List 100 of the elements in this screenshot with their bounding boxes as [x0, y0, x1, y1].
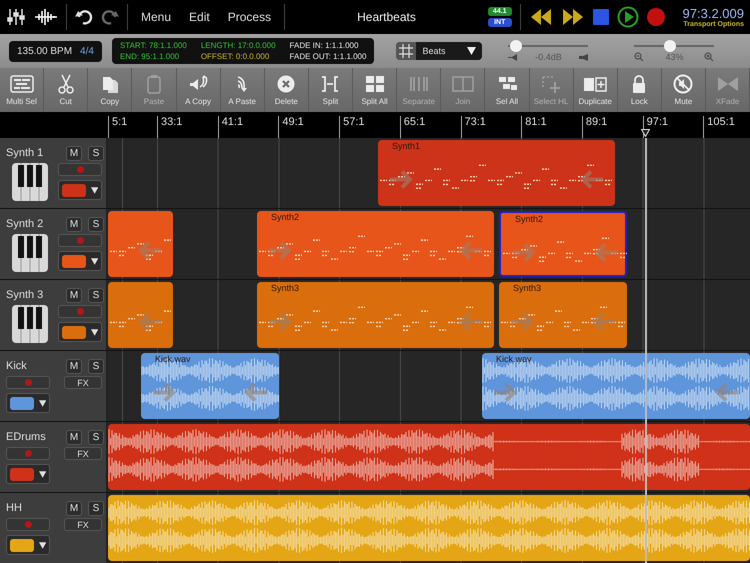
effects-button[interactable]: FX: [64, 518, 102, 531]
volume-slider[interactable]: [508, 40, 588, 52]
midi-clip[interactable]: Synth3: [257, 282, 494, 348]
record-dot-icon: [76, 166, 84, 173]
menu-item[interactable]: Process: [222, 8, 276, 26]
track-solo-toggle[interactable]: S: [88, 216, 104, 232]
record-dot-icon: [24, 379, 32, 386]
join-icon: [450, 74, 476, 94]
track-solo-toggle[interactable]: S: [88, 288, 104, 302]
right-arrow-icon[interactable]: [492, 382, 517, 402]
track-solo-toggle[interactable]: S: [88, 430, 104, 444]
selection-field: FADE OUT: 1:1.1.000: [290, 51, 366, 62]
menu-item[interactable]: Edit: [184, 8, 215, 26]
left-arrow-icon[interactable]: [138, 240, 163, 260]
clip-name: Synth3: [271, 283, 300, 293]
left-arrow-icon[interactable]: [715, 382, 740, 402]
left-arrow-icon[interactable]: [138, 312, 163, 332]
effects-button[interactable]: FX: [64, 376, 102, 389]
track-solo-toggle[interactable]: S: [88, 500, 104, 516]
track-name: Kick: [6, 360, 28, 372]
dropdown-caret-icon: [38, 400, 46, 406]
midi-clip[interactable]: [108, 282, 173, 348]
time-signature[interactable]: 4/4: [80, 46, 94, 56]
dropdown-caret-icon: [467, 47, 476, 55]
clip-name: Synth2: [271, 212, 300, 222]
mixer-icon[interactable]: [6, 7, 26, 27]
midi-clip[interactable]: Synth3: [499, 282, 627, 348]
right-arrow-icon[interactable]: [267, 240, 292, 260]
left-arrow-icon[interactable]: [592, 312, 617, 332]
clip-name: Synth3: [513, 283, 542, 293]
audio-clip[interactable]: [108, 424, 750, 490]
stop-icon[interactable]: [592, 9, 609, 25]
audio-clip[interactable]: Kick.wav: [141, 353, 279, 419]
right-arrow-icon[interactable]: [151, 382, 176, 402]
clip-name: Kick.wav: [155, 354, 191, 364]
track-name: Synth 3: [6, 289, 44, 301]
dropdown-caret-icon: [38, 470, 46, 478]
track-mute-toggle[interactable]: M: [66, 358, 82, 374]
toolbar-button[interactable]: Cut: [44, 68, 88, 112]
rewind-icon[interactable]: [528, 8, 553, 26]
right-arrow-icon[interactable]: [388, 170, 413, 190]
left-arrow-icon[interactable]: [594, 242, 619, 262]
piano-keys-icon[interactable]: [12, 234, 48, 272]
right-arrow-icon[interactable]: [267, 312, 292, 332]
zoom-reading: 43%: [665, 52, 684, 62]
volume-down-icon[interactable]: [508, 54, 518, 60]
midi-clip[interactable]: Synth1: [378, 140, 615, 206]
midi-clip[interactable]: [108, 211, 173, 277]
track-name: HH: [6, 502, 23, 514]
color-dropdown[interactable]: [58, 251, 102, 271]
track-mute-toggle[interactable]: M: [66, 430, 82, 444]
track-mute-toggle[interactable]: M: [66, 500, 82, 516]
left-arrow-icon[interactable]: [459, 312, 484, 332]
audio-clip[interactable]: Kick.wav: [482, 353, 750, 419]
midi-clip[interactable]: Synth2: [499, 211, 627, 277]
track-name: Synth 2: [6, 218, 44, 230]
volume-up-icon[interactable]: [579, 54, 588, 60]
midi-clip[interactable]: Synth2: [257, 211, 494, 277]
undo-icon[interactable]: [75, 9, 93, 25]
track-solo-toggle[interactable]: S: [88, 146, 104, 160]
slider-thumb[interactable]: [664, 40, 676, 52]
fast-forward-icon[interactable]: [560, 8, 585, 26]
audio-clip[interactable]: [108, 495, 750, 561]
toolbar-button[interactable]: Copy: [88, 68, 132, 112]
toolbar-button[interactable]: Multi Sel: [0, 68, 44, 112]
track-mute-toggle[interactable]: M: [66, 216, 82, 232]
left-arrow-icon[interactable]: [580, 170, 605, 190]
track-mute-toggle[interactable]: M: [66, 146, 82, 160]
effects-button[interactable]: FX: [64, 447, 102, 460]
color-dropdown[interactable]: [6, 393, 50, 413]
piano-keys-icon[interactable]: [12, 163, 48, 201]
selection-field: START: 78:1.1.000: [120, 40, 187, 51]
track-name: EDrums: [6, 431, 47, 443]
color-dropdown[interactable]: [6, 464, 50, 484]
track-solo-toggle[interactable]: S: [88, 358, 104, 374]
right-arrow-icon[interactable]: [511, 242, 536, 262]
left-arrow-icon[interactable]: [459, 240, 484, 260]
selection-field: LENGTH: 17:0.0.000: [200, 40, 276, 51]
right-arrow-icon[interactable]: [509, 312, 534, 332]
record-dot-icon: [24, 450, 32, 457]
menu-item[interactable]: Menu: [136, 8, 176, 26]
tempo-value[interactable]: 135.00 BPM: [17, 46, 72, 56]
track-mute-toggle[interactable]: M: [66, 288, 82, 302]
color-dropdown[interactable]: [58, 322, 102, 342]
clip-name: Synth1: [392, 141, 420, 151]
play-icon[interactable]: [616, 6, 639, 28]
left-arrow-icon[interactable]: [244, 382, 269, 402]
record-icon[interactable]: [646, 8, 665, 26]
zoom-out-icon[interactable]: [634, 52, 644, 62]
zoom-in-icon[interactable]: [704, 52, 714, 62]
zoom-slider[interactable]: [634, 40, 714, 52]
slider-thumb[interactable]: [510, 40, 522, 52]
midi-notes-drawing: [110, 239, 171, 260]
waveform-icon[interactable]: [34, 8, 58, 26]
dropdown-caret-icon: [38, 542, 46, 548]
piano-keys-icon[interactable]: [12, 305, 48, 343]
grid-icon[interactable]: [396, 42, 416, 60]
dropdown-caret-icon: [90, 186, 98, 194]
color-dropdown[interactable]: [58, 180, 102, 200]
color-dropdown[interactable]: [6, 535, 50, 555]
